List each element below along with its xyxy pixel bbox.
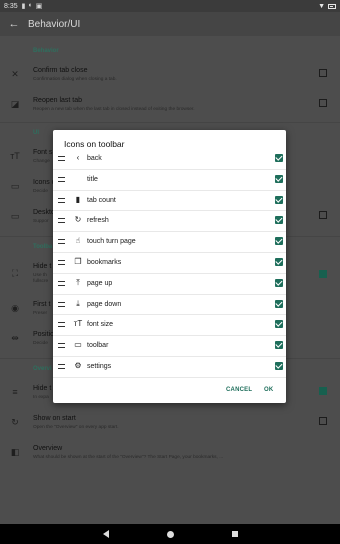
nav-back-icon[interactable] — [102, 530, 109, 538]
back-icon: ‹ — [76, 153, 80, 162]
toolbar-icon-item[interactable]: ⤓ page down — [53, 295, 286, 316]
item-label: font size — [87, 321, 114, 329]
checkbox-checked[interactable] — [275, 361, 283, 370]
notification-icon: ◐ — [28, 2, 33, 9]
eye-icon: ◉ — [11, 303, 19, 313]
checkbox-checked[interactable] — [275, 299, 283, 308]
font-size-icon: тT — [73, 319, 83, 329]
drag-handle-icon[interactable] — [58, 176, 65, 182]
tab-count-icon: ▮ — [75, 194, 81, 204]
checkbox-checked[interactable] — [275, 341, 283, 350]
keyboard-icon: ▭ — [10, 181, 20, 191]
toolbar-icon-item[interactable]: ‹ back — [53, 149, 286, 170]
category-ui: UI — [33, 130, 39, 136]
cancel-button[interactable]: CANCEL — [226, 387, 252, 393]
tab-icon: ◪ — [10, 99, 20, 109]
drag-handle-icon[interactable] — [58, 301, 65, 307]
checkbox[interactable] — [319, 69, 327, 77]
page-down-icon: ⤓ — [76, 298, 80, 308]
toolbar-icon-item[interactable]: ▮ tab count — [53, 191, 286, 212]
overview-icon: ◧ — [10, 447, 20, 457]
checkbox[interactable] — [319, 270, 327, 278]
drag-handle-icon[interactable] — [58, 218, 65, 224]
toolbar-icon-item[interactable]: ⚙ settings — [53, 357, 286, 378]
notification-icon: ▣ — [35, 3, 43, 10]
category-toolbar: Toolba — [33, 244, 53, 250]
back-arrow-icon[interactable]: ← — [0, 18, 28, 30]
checkbox[interactable] — [319, 99, 327, 107]
toolbar-icon-item[interactable]: тT font size — [53, 315, 286, 337]
item-label: refresh — [87, 217, 109, 225]
fullscreen-icon: ⛶ — [11, 268, 19, 278]
notification-icons: ▮ ◐ ▣ — [22, 2, 43, 10]
checkbox-checked[interactable] — [275, 216, 283, 225]
drag-handle-icon[interactable] — [58, 239, 65, 245]
menu-icon: ≡ — [12, 387, 18, 397]
nav-recents-icon[interactable] — [231, 531, 238, 537]
position-icon: ⇹ — [11, 333, 19, 343]
item-label: bookmarks — [87, 258, 122, 266]
touch-icon: ☝ — [75, 236, 81, 246]
checkbox-checked[interactable] — [275, 174, 283, 183]
item-label: page up — [87, 279, 113, 287]
status-bar: 8:35 ▮ ◐ ▣ ▼ — [0, 0, 340, 12]
item-label: settings — [87, 362, 112, 370]
keyboard-icon: ▭ — [74, 340, 82, 350]
dialog-title: Icons on toolbar — [64, 139, 125, 149]
notification-icon: ▮ — [21, 3, 26, 10]
icons-on-toolbar-dialog: Icons on toolbar ‹ back title ▮ tab count ↻ re… — [53, 130, 286, 403]
close-icon: ✕ — [11, 69, 19, 79]
checkbox[interactable] — [319, 387, 327, 395]
checkbox[interactable] — [319, 211, 327, 219]
refresh-icon: ↻ — [74, 215, 82, 225]
toolbar-icon-item[interactable]: ↻ refresh — [53, 211, 286, 233]
item-label: page down — [87, 300, 122, 308]
toolbar-icon-item[interactable]: title — [53, 170, 286, 191]
page-title: Behavior/UI — [28, 18, 81, 30]
checkbox-checked[interactable] — [275, 278, 283, 287]
category-overview: Overvi — [33, 366, 52, 372]
wifi-icon: ▼ — [318, 2, 325, 10]
item-label: touch turn page — [87, 238, 136, 246]
checkbox-checked[interactable] — [275, 154, 283, 162]
item-label: toolbar — [87, 342, 109, 350]
toolbar-icon-item[interactable]: ☝ touch turn page — [53, 232, 286, 253]
toolbar-icon-item[interactable]: ⤒ page up — [53, 274, 286, 295]
drag-handle-icon[interactable] — [58, 322, 65, 328]
checkbox-checked[interactable] — [275, 195, 283, 204]
checkbox[interactable] — [319, 417, 327, 425]
dialog-item-list: ‹ back title ▮ tab count ↻ refresh ☝ touch turn … — [53, 149, 286, 378]
drag-handle-icon[interactable] — [58, 197, 65, 203]
navigation-bar — [0, 524, 340, 544]
ok-button[interactable]: OK — [264, 387, 273, 393]
drag-handle-icon[interactable] — [58, 363, 65, 369]
page-up-icon: ⤒ — [76, 277, 80, 287]
app-bar: ← Behavior/UI — [0, 12, 340, 36]
checkbox-checked[interactable] — [275, 257, 283, 266]
checkbox-checked[interactable] — [275, 237, 283, 246]
bookmarks-icon: ❐ — [74, 256, 82, 266]
settings-icon: ⚙ — [74, 360, 82, 370]
font-size-icon: тT — [10, 151, 20, 161]
divider — [0, 122, 340, 123]
item-label: tab count — [87, 196, 116, 204]
item-label: title — [87, 175, 98, 183]
status-time: 8:35 — [4, 2, 18, 10]
drag-handle-icon[interactable] — [58, 259, 65, 265]
item-label: back — [87, 155, 102, 162]
drag-handle-icon[interactable] — [58, 343, 65, 349]
category-behavior: Behavior — [33, 48, 59, 54]
toolbar-icon-item[interactable]: ❐ bookmarks — [53, 253, 286, 274]
drag-handle-icon[interactable] — [58, 280, 65, 286]
toolbar-icon-item[interactable]: ▭ toolbar — [53, 336, 286, 357]
drag-handle-icon[interactable] — [58, 156, 65, 161]
monitor-icon: ▭ — [10, 211, 20, 221]
refresh-icon: ↻ — [11, 417, 19, 427]
nav-home-icon[interactable] — [166, 530, 174, 538]
battery-icon — [328, 3, 336, 9]
checkbox-checked[interactable] — [275, 320, 283, 329]
